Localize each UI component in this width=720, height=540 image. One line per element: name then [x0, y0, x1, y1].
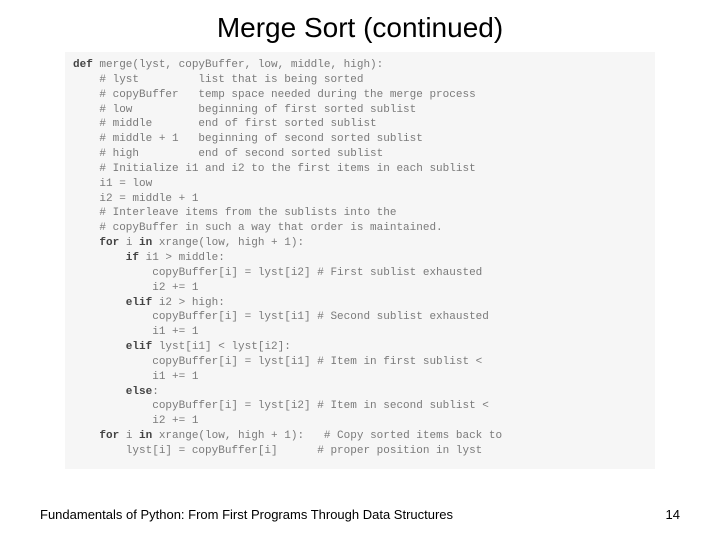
code-line: copyBuffer[i] = lyst[i1] # Item in first…: [73, 355, 647, 370]
code-text: :: [152, 386, 159, 398]
code-line: # copyBuffer temp space needed during th…: [73, 88, 647, 103]
code-line: i2 = middle + 1: [73, 192, 647, 207]
code-line: # Interleave items from the sublists int…: [73, 206, 647, 221]
code-line: # middle end of first sorted sublist: [73, 117, 647, 132]
keyword-for: for: [73, 237, 126, 249]
keyword-in: in: [139, 430, 159, 442]
code-line: # high end of second sorted sublist: [73, 147, 647, 162]
code-line: else:: [73, 385, 647, 400]
keyword-else: else: [73, 386, 152, 398]
code-line: for i in xrange(low, high + 1):: [73, 236, 647, 251]
code-line: i1 += 1: [73, 370, 647, 385]
code-line: if i1 > middle:: [73, 251, 647, 266]
code-line: i2 += 1: [73, 414, 647, 429]
keyword-if: if: [73, 252, 146, 264]
page-number: 14: [666, 507, 680, 522]
keyword-elif: elif: [73, 297, 159, 309]
code-text: xrange(low, high + 1):: [159, 237, 304, 249]
code-text: i1 > middle:: [146, 252, 225, 264]
code-line: # Initialize i1 and i2 to the first item…: [73, 162, 647, 177]
code-text: i: [126, 430, 139, 442]
code-line: copyBuffer[i] = lyst[i2] # First sublist…: [73, 266, 647, 281]
code-line: elif lyst[i1] < lyst[i2]:: [73, 340, 647, 355]
code-text: i: [126, 237, 139, 249]
code-line: # middle + 1 beginning of second sorted …: [73, 132, 647, 147]
slide-title: Merge Sort (continued): [0, 0, 720, 52]
code-line: def merge(lyst, copyBuffer, low, middle,…: [73, 58, 647, 73]
keyword-elif: elif: [73, 341, 159, 353]
keyword-def: def: [73, 59, 99, 71]
code-text: xrange(low, high + 1): # Copy sorted ite…: [159, 430, 502, 442]
keyword-for: for: [73, 430, 126, 442]
keyword-in: in: [139, 237, 159, 249]
code-text: lyst[i1] < lyst[i2]:: [159, 341, 291, 353]
code-line: copyBuffer[i] = lyst[i2] # Item in secon…: [73, 399, 647, 414]
code-line: for i in xrange(low, high + 1): # Copy s…: [73, 429, 647, 444]
code-line: # lyst list that is being sorted: [73, 73, 647, 88]
code-line: # low beginning of first sorted sublist: [73, 103, 647, 118]
code-line: i1 = low: [73, 177, 647, 192]
code-line: i1 += 1: [73, 325, 647, 340]
code-line: lyst[i] = copyBuffer[i] # proper positio…: [73, 444, 647, 459]
code-line: elif i2 > high:: [73, 296, 647, 311]
code-line: # copyBuffer in such a way that order is…: [73, 221, 647, 236]
code-text: merge(lyst, copyBuffer, low, middle, hig…: [99, 59, 383, 71]
footer-text: Fundamentals of Python: From First Progr…: [40, 507, 453, 522]
code-line: i2 += 1: [73, 281, 647, 296]
code-block: def merge(lyst, copyBuffer, low, middle,…: [65, 52, 655, 469]
code-text: i2 > high:: [159, 297, 225, 309]
code-line: copyBuffer[i] = lyst[i1] # Second sublis…: [73, 310, 647, 325]
